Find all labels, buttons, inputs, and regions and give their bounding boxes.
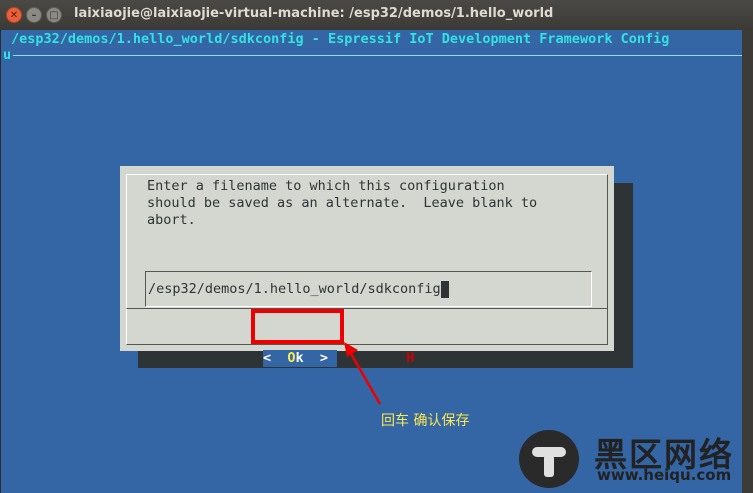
ok-highlight-box xyxy=(251,309,344,344)
save-dialog: Enter a filename to which this configura… xyxy=(120,166,614,367)
minimize-icon[interactable]: – xyxy=(26,7,42,23)
header-divider xyxy=(13,55,742,56)
watermark-url: www.heiqu.com xyxy=(597,466,732,484)
dialog-prompt: Enter a filename to which this configura… xyxy=(147,178,538,228)
close-icon[interactable]: ✕ xyxy=(6,7,22,23)
watermark-logo-part xyxy=(544,455,554,477)
text-cursor xyxy=(440,281,449,298)
annotation-note: 回车 确认保存 xyxy=(381,413,470,429)
menuconfig-header-wrap: u xyxy=(3,47,12,63)
help-button[interactable]: < Help > xyxy=(390,350,455,367)
maximize-icon[interactable]: □ xyxy=(46,7,62,23)
menuconfig-header: /esp32/demos/1.hello_world/sdkconfig - E… xyxy=(11,31,670,47)
filename-input[interactable]: /esp32/demos/1.hello_world/sdkconfig xyxy=(145,271,592,307)
window-titlebar: ✕ – □ laixiaojie@laixiaojie-virtual-mach… xyxy=(0,0,753,31)
right-edge xyxy=(742,30,753,493)
filename-input-value[interactable]: /esp32/demos/1.hello_world/sdkconfig xyxy=(148,281,449,298)
ok-button[interactable]: < Ok > xyxy=(263,350,337,367)
terminal-area[interactable]: /esp32/demos/1.hello_world/sdkconfig - E… xyxy=(1,30,742,493)
window-title: laixiaojie@laixiaojie-virtual-machine: /… xyxy=(74,6,554,21)
arrow-icon xyxy=(344,342,382,405)
